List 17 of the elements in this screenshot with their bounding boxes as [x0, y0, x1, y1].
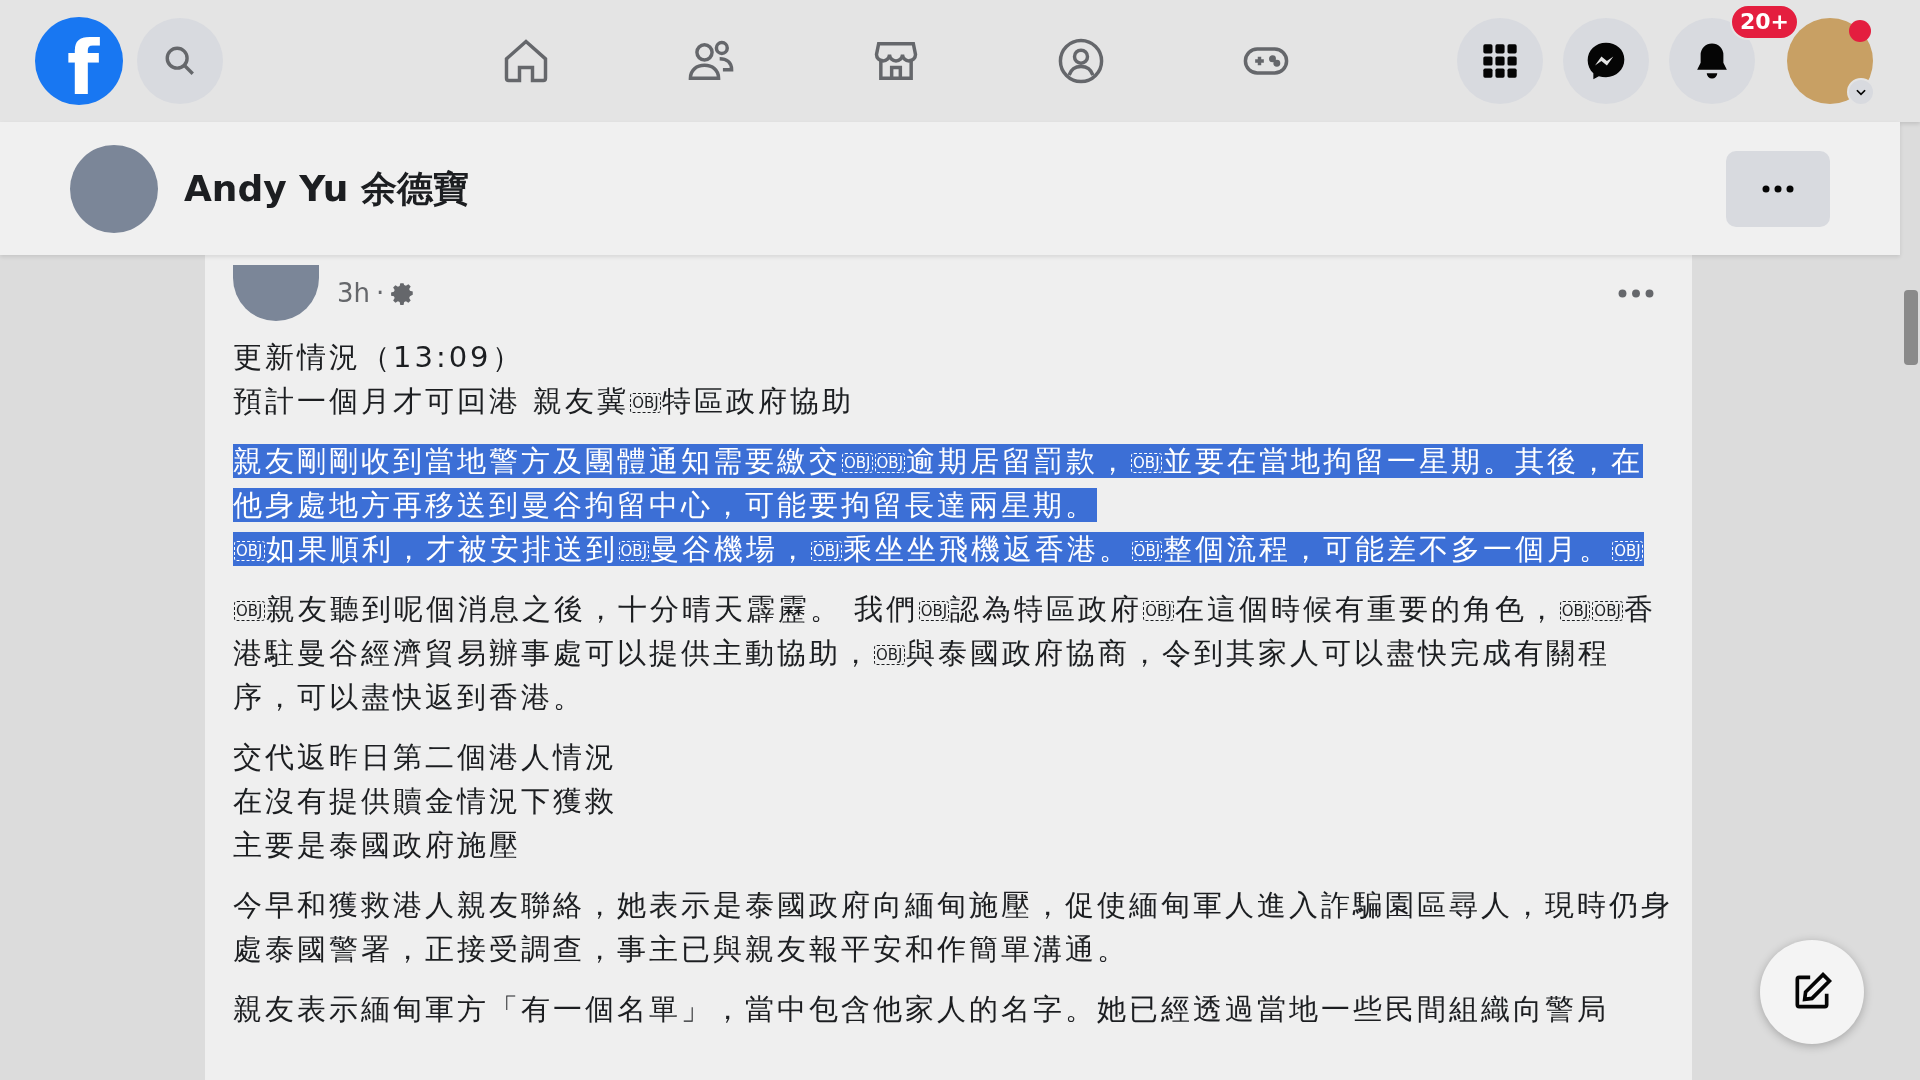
- highlighted-paragraph: 親友剛剛收到當地警方及團體通知需要繳交 OBJ OBJ 逾期居留罰款，OBJ 並要在當地拘留一星期。其後，在他身處地方再移送到曼谷拘留中心，可能要拘留長達兩星期。 OBJ 如果順利，才被安排送到 OBJ 曼谷機場，OBJ 乘坐坐飛機返香港。OBJ 整個流程，可能差不多一個月。OBJ: [233, 443, 1645, 568]
- profile-avatar[interactable]: [1787, 18, 1873, 104]
- post-paragraph: 親友表示緬甸軍方「有一個名單」，當中包含他家人的名字。她已經透過當地一些民間組織向警局: [233, 991, 1610, 1028]
- scrollbar-thumb[interactable]: [1904, 290, 1918, 365]
- compose-button[interactable]: [1760, 940, 1864, 1044]
- post-paragraph: 更新情況（13:09） 預計一個月才可回港 親友冀 OBJ 特區政府協助: [233, 339, 855, 420]
- post-time[interactable]: 3h: [337, 273, 371, 313]
- search-icon: [163, 44, 197, 78]
- facebook-logo[interactable]: f: [35, 17, 123, 105]
- profile-name: Andy Yu 余德寶: [184, 166, 469, 211]
- more-icon[interactable]: [1618, 288, 1654, 298]
- post-paragraph: OBJ 親友聽到呢個消息之後，十分晴天霹靂。 我們 OBJ 認為特區政府 OBJ 在這個時候有重要的角色，OBJ OBJ 香港駐曼谷經濟貿易辦事處可以提供主動協助，OBJ 與泰國政府協商，令到其家人可以盡快完成有關程序，可以盡快返到香港。: [233, 591, 1657, 716]
- separator: ·: [376, 276, 385, 310]
- more-icon: [1762, 184, 1794, 193]
- post-paragraph: 交代返昨日第二個港人情況 在沒有提供贖金情況下獲救 主要是泰國政府施壓: [233, 739, 618, 864]
- grid-icon: [1480, 41, 1520, 81]
- post-paragraph: 今早和獲救港人親友聯絡，她表示是泰國政府向緬甸施壓，促使緬甸軍人進入詐騙園區尋人，現時仍身處泰國警署，正接受調查，事主已與親友報平安和作簡單溝通。: [233, 887, 1673, 968]
